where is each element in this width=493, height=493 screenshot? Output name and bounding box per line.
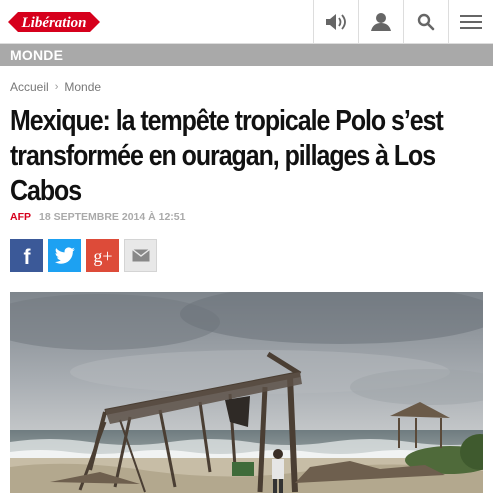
- article-title: Mexique: la tempête tropicale Polo s’est…: [10, 105, 444, 207]
- mail-icon: [131, 249, 150, 262]
- chevron-right-icon: ›: [54, 81, 59, 93]
- logo-text: Libération: [20, 15, 86, 31]
- account-button[interactable]: [358, 0, 402, 44]
- menu-icon: [460, 15, 482, 29]
- svg-text:f: f: [23, 246, 31, 267]
- article-date: 18 SEPTEMBRE 2014 À 12:51: [39, 211, 186, 223]
- user-icon: [370, 13, 391, 31]
- breadcrumb-section[interactable]: Monde: [64, 80, 101, 94]
- share-google-plus-button[interactable]: g+: [86, 239, 119, 272]
- breadcrumb-home[interactable]: Accueil: [10, 80, 49, 94]
- liberation-logo[interactable]: Libération: [8, 8, 100, 36]
- search-button[interactable]: [403, 0, 447, 44]
- site-header: Libération: [0, 0, 493, 44]
- svg-text:g+: g+: [93, 246, 112, 266]
- facebook-icon: f: [23, 246, 31, 267]
- section-bar[interactable]: MONDE: [0, 44, 493, 66]
- google-plus-icon: g+: [93, 246, 112, 266]
- share-facebook-button[interactable]: f: [10, 239, 43, 272]
- search-icon: [417, 13, 434, 31]
- article-source[interactable]: AFP: [10, 211, 31, 223]
- audio-button[interactable]: [313, 0, 357, 44]
- article-meta: AFP 18 SEPTEMBRE 2014 À 12:51: [10, 211, 186, 223]
- menu-button[interactable]: [448, 0, 493, 44]
- article-photo[interactable]: [10, 292, 483, 493]
- breadcrumb: Accueil › Monde: [10, 80, 101, 94]
- speaker-icon: [325, 14, 346, 30]
- share-twitter-button[interactable]: [48, 239, 81, 272]
- twitter-icon: [54, 246, 75, 264]
- storm-beach-image: [10, 292, 483, 493]
- section-label: MONDE: [10, 47, 64, 63]
- share-mail-button[interactable]: [124, 239, 157, 272]
